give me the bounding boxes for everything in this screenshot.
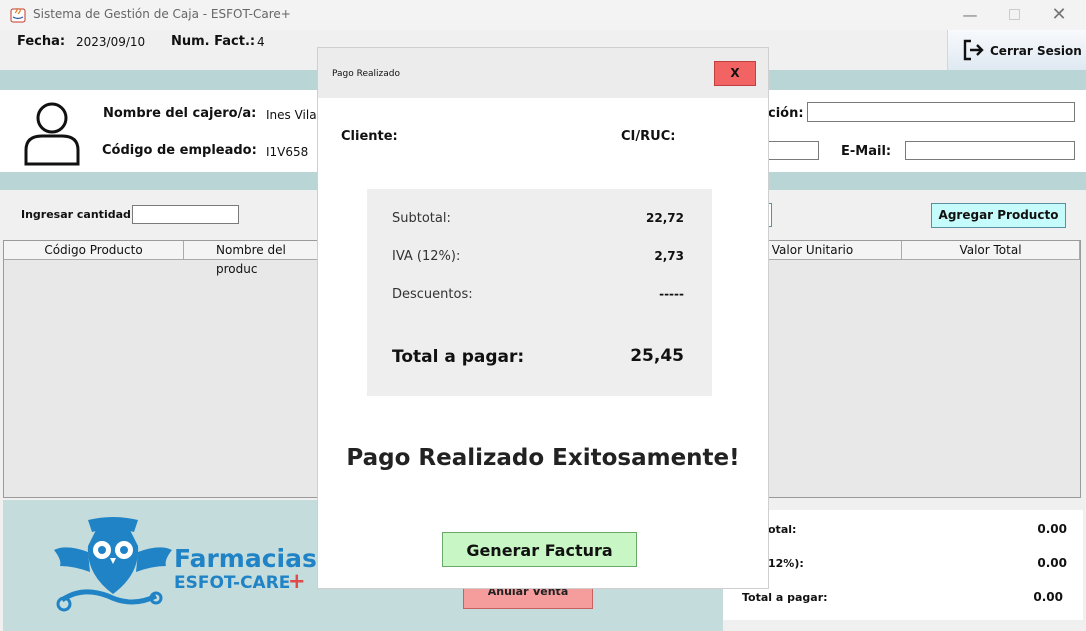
telefono-input[interactable] (768, 141, 819, 160)
window-title: Sistema de Gestión de Caja - ESFOT-Care+ (33, 7, 291, 21)
logout-icon (963, 39, 984, 61)
dialog-descuentos-value: ----- (659, 287, 684, 301)
dialog-subtotal-label: Subtotal: (392, 211, 451, 226)
total-label: Total a pagar: (742, 591, 828, 604)
close-window-button[interactable]: ✕ (1045, 4, 1073, 26)
dialog-ci-label: CI/RUC: (621, 129, 676, 144)
quantity-input[interactable] (132, 205, 239, 224)
col-header-codigo[interactable]: Código Producto (4, 241, 184, 260)
col-header-valor-total[interactable]: Valor Total (902, 241, 1080, 260)
col-header-nombre[interactable]: Nombre del produc (184, 241, 324, 276)
maximize-button[interactable] (1000, 4, 1028, 26)
java-app-icon (10, 7, 26, 23)
dialog-title: Pago Realizado (332, 69, 400, 79)
dialog-subtotal-value: 22,72 (646, 211, 684, 225)
direccion-label: ción: (768, 106, 804, 121)
employee-code-value: I1V658 (266, 145, 309, 159)
dialog-close-button[interactable]: X (714, 61, 756, 86)
generate-invoice-label: Generar Factura (466, 541, 613, 560)
dialog-descuentos-label: Descuentos: (392, 287, 473, 302)
minimize-button[interactable]: — (956, 4, 984, 26)
factura-label: Num. Fact.: (171, 34, 256, 49)
cashier-name-label: Nombre del cajero/a: (103, 106, 257, 121)
fecha-label: Fecha: (17, 34, 66, 49)
dialog-iva-label: IVA (12%): (392, 249, 461, 264)
quantity-label: Ingresar cantidad: (21, 208, 136, 221)
subtotal-label: otal: (768, 523, 797, 536)
fecha-value: 2023/09/10 (76, 35, 146, 49)
dialog-total-label: Total a pagar: (392, 347, 525, 367)
logout-label: Cerrar Sesion (990, 44, 1082, 58)
employee-code-label: Código de empleado: (102, 143, 257, 158)
dialog-cliente-label: Cliente: (341, 129, 398, 144)
total-value: 0.00 (1033, 590, 1063, 604)
iva-label: 12%): (768, 557, 804, 570)
direccion-input[interactable] (807, 102, 1075, 122)
cashier-name-value: Ines Vilar (266, 108, 322, 122)
user-avatar-icon (24, 102, 80, 166)
factura-value: 4 (257, 35, 265, 49)
logo-text-line2: ESFOT-CARE (174, 573, 291, 593)
owl-logo-icon (54, 517, 172, 612)
dialog-iva-value: 2,73 (654, 249, 684, 263)
email-input[interactable] (905, 141, 1075, 160)
logo-plus-icon: + (288, 569, 306, 593)
dialog-total-value: 25,45 (630, 346, 684, 366)
success-message: Pago Realizado Exitosamente! (346, 445, 740, 471)
add-product-button[interactable]: Agregar Producto (931, 203, 1066, 228)
email-label: E-Mail: (841, 144, 892, 159)
iva-value: 0.00 (1037, 556, 1067, 570)
subtotal-value: 0.00 (1037, 522, 1067, 536)
